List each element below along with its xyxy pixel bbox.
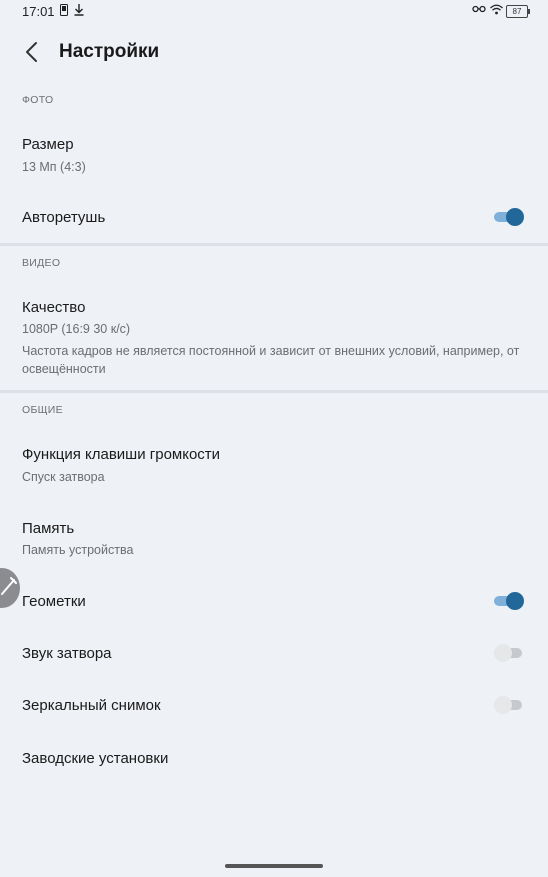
chevron-left-icon: [26, 42, 37, 62]
setting-title: Звук затвора: [22, 645, 112, 662]
section-divider: [0, 243, 548, 246]
setting-title: Геометки: [22, 593, 86, 610]
geotags-toggle[interactable]: [494, 591, 524, 611]
setting-memory[interactable]: Память Память устройства: [0, 503, 548, 573]
floating-edit-button[interactable]: [0, 568, 20, 608]
setting-shutter-sound[interactable]: Звук затвора: [0, 628, 548, 678]
toggle-thumb: [506, 592, 524, 610]
setting-title: Авторетушь: [22, 209, 106, 226]
vpn-key-icon: [472, 4, 486, 18]
download-icon: [74, 4, 84, 20]
status-bar: 17:01 87: [0, 0, 548, 24]
section-header-photo: ФОТО: [22, 94, 54, 106]
app-bar: Настройки: [0, 32, 548, 72]
section-header-general: ОБЩИЕ: [22, 404, 63, 416]
setting-title: Зеркальный снимок: [22, 697, 161, 714]
setting-value: Спуск затвора: [22, 470, 105, 484]
setting-title: Качество: [22, 299, 86, 316]
setting-description: Частота кадров не является постоянной и …: [22, 344, 520, 376]
setting-title: Функция клавиши громкости: [22, 446, 221, 463]
setting-title: Размер: [22, 136, 74, 153]
gesture-nav-handle[interactable]: [225, 864, 323, 868]
setting-title: Заводские установки: [22, 750, 169, 767]
setting-photo-size[interactable]: Размер 13 Мп (4:3): [0, 120, 548, 190]
sim-icon: [60, 4, 68, 20]
setting-value: 13 Мп (4:3): [22, 160, 86, 174]
section-divider: [0, 390, 548, 393]
auto-retouch-toggle[interactable]: [494, 207, 524, 227]
setting-geotags[interactable]: Геометки: [0, 576, 548, 626]
page-title: Настройки: [59, 41, 160, 62]
pencil-icon: [1, 577, 17, 595]
shutter-sound-toggle[interactable]: [494, 643, 524, 663]
setting-value: 1080P (16:9 30 к/с): [22, 322, 131, 336]
section-header-video: ВИДЕО: [22, 257, 61, 269]
battery-icon: 87: [506, 5, 530, 18]
back-button[interactable]: [18, 38, 48, 68]
toggle-thumb: [506, 208, 524, 226]
status-time: 17:01: [22, 4, 55, 19]
toggle-thumb: [494, 644, 512, 662]
setting-video-quality[interactable]: Качество 1080P (16:9 30 к/с) Частота кад…: [0, 283, 548, 388]
setting-volume-key[interactable]: Функция клавиши громкости Спуск затвора: [0, 430, 548, 500]
setting-mirror-shot[interactable]: Зеркальный снимок: [0, 680, 548, 730]
mirror-shot-toggle[interactable]: [494, 695, 524, 715]
setting-title: Память: [22, 520, 75, 537]
wifi-icon: [490, 4, 503, 19]
setting-factory-reset[interactable]: Заводские установки: [0, 733, 548, 783]
setting-value: Память устройства: [22, 543, 134, 557]
toggle-thumb: [494, 696, 512, 714]
setting-auto-retouch[interactable]: Авторетушь: [0, 192, 548, 242]
